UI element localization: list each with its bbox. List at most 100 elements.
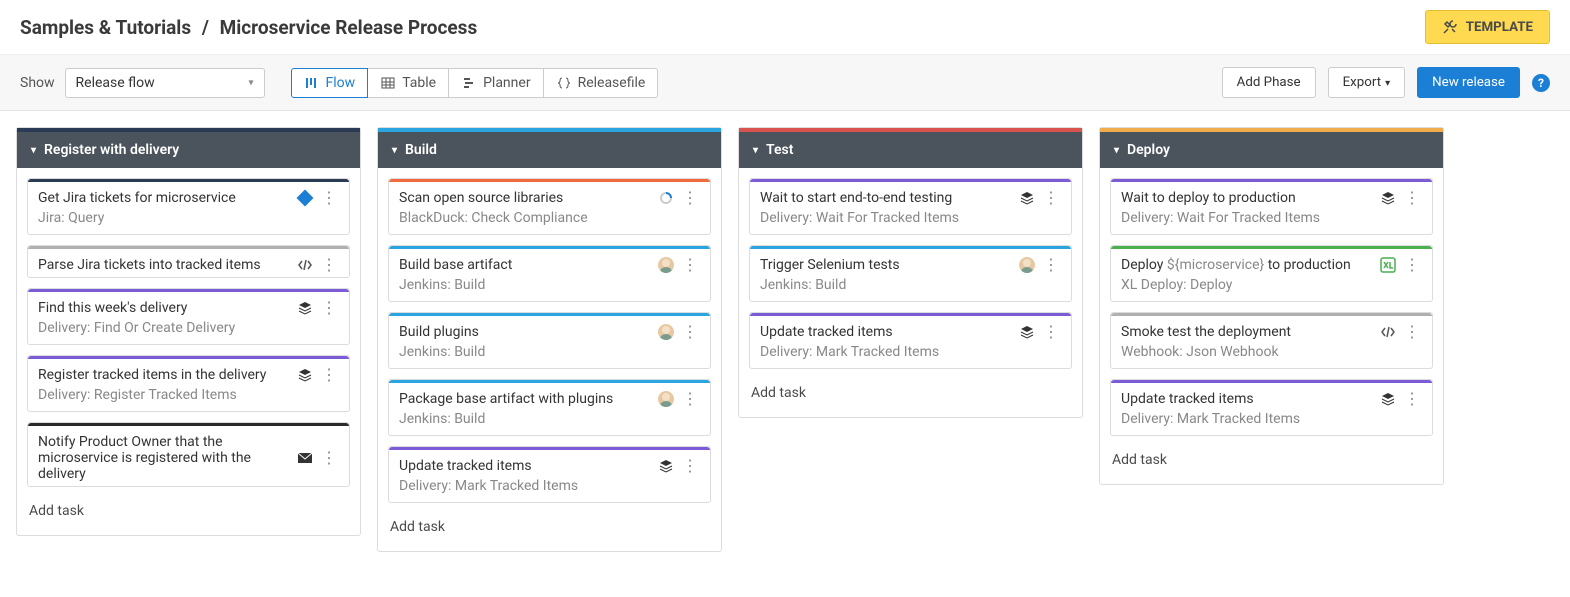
- stack-icon: [1019, 190, 1035, 206]
- avatar-icon: [658, 391, 674, 407]
- task-title: Update tracked items: [399, 458, 652, 474]
- task-card[interactable]: Update tracked items⋮Delivery: Mark Trac…: [749, 312, 1072, 369]
- add-task-link[interactable]: Add task: [749, 379, 1072, 407]
- view-tab-table[interactable]: Table: [367, 68, 449, 98]
- code-icon: [1380, 324, 1396, 340]
- phase-column: ▾Deploy Wait to deploy to production ⋮ Deli…: [1099, 127, 1444, 485]
- task-title: Wait to start end-to-end testing: [760, 190, 1013, 206]
- collapse-icon[interactable]: ▾: [1114, 145, 1119, 156]
- task-subtitle: Jenkins: Build: [750, 277, 1071, 301]
- task-menu-icon[interactable]: ⋮: [1041, 324, 1061, 340]
- avatar-icon: [658, 257, 674, 273]
- collapse-icon[interactable]: ▾: [31, 145, 36, 156]
- task-menu-icon[interactable]: ⋮: [1041, 190, 1061, 206]
- task-card[interactable]: Get Jira tickets for microservice⋮Jira: …: [27, 178, 350, 235]
- task-menu-icon[interactable]: ⋮: [680, 324, 700, 340]
- breadcrumb-parent[interactable]: Samples & Tutorials: [20, 16, 191, 39]
- add-phase-button[interactable]: Add Phase: [1222, 67, 1316, 98]
- task-subtitle: Delivery: Mark Tracked Items: [1111, 411, 1432, 435]
- task-subtitle: Delivery: Wait For Tracked Items: [750, 210, 1071, 234]
- task-subtitle: Webhook: Json Webhook: [1111, 344, 1432, 368]
- phase-header[interactable]: ▾Deploy: [1100, 132, 1443, 168]
- task-menu-icon[interactable]: ⋮: [319, 367, 339, 383]
- show-select-value: Release flow: [76, 75, 155, 91]
- task-title: Smoke test the deployment: [1121, 324, 1374, 340]
- task-title: Build plugins: [399, 324, 652, 340]
- new-release-button[interactable]: New release: [1417, 67, 1520, 98]
- task-menu-icon[interactable]: ⋮: [680, 391, 700, 407]
- collapse-icon[interactable]: ▾: [753, 145, 758, 156]
- task-subtitle: Jenkins: Build: [389, 277, 710, 301]
- phase-column: ▾Register with delivery Get Jira tickets …: [16, 127, 361, 536]
- task-menu-icon[interactable]: ⋮: [680, 190, 700, 206]
- task-title: Package base artifact with plugins: [399, 391, 652, 407]
- stack-icon: [1380, 391, 1396, 407]
- task-menu-icon[interactable]: ⋮: [1402, 257, 1422, 273]
- task-menu-icon[interactable]: ⋮: [1041, 257, 1061, 273]
- task-subtitle: Jenkins: Build: [389, 411, 710, 435]
- phase-header[interactable]: ▾Register with delivery: [17, 132, 360, 168]
- phase-title: Test: [766, 142, 793, 158]
- task-card[interactable]: Scan open source libraries ⋮ BlackDuck: Ch…: [388, 178, 711, 235]
- breadcrumb-current: Microservice Release Process: [220, 16, 478, 39]
- task-card[interactable]: Register tracked items in the delivery ⋮ D…: [27, 355, 350, 412]
- task-card[interactable]: Find this week's delivery⋮Delivery: Find…: [27, 288, 350, 345]
- task-menu-icon[interactable]: ⋮: [319, 190, 339, 206]
- task-title: Scan open source libraries: [399, 190, 652, 206]
- task-card[interactable]: Update tracked items⋮Delivery: Mark Trac…: [1110, 379, 1433, 436]
- task-subtitle: Delivery: Wait For Tracked Items: [1111, 210, 1432, 234]
- help-icon[interactable]: ?: [1532, 74, 1550, 92]
- spinner-icon: [658, 190, 674, 206]
- task-menu-icon[interactable]: ⋮: [1402, 391, 1422, 407]
- task-subtitle: BlackDuck: Check Compliance: [389, 210, 710, 234]
- view-tab-flow[interactable]: Flow: [291, 68, 369, 98]
- task-title: Wait to deploy to production: [1121, 190, 1374, 206]
- view-tab-planner[interactable]: Planner: [448, 68, 543, 98]
- task-title: Notify Product Owner that the microservi…: [38, 434, 291, 482]
- task-menu-icon[interactable]: ⋮: [319, 450, 339, 466]
- task-card[interactable]: Deploy ${microservice} to production⋮XL …: [1110, 245, 1433, 302]
- task-card[interactable]: Notify Product Owner that the microservi…: [27, 422, 350, 487]
- task-card[interactable]: Smoke test the deployment ⋮ Webhook: Json …: [1110, 312, 1433, 369]
- task-card[interactable]: Trigger Selenium tests ⋮ Jenkins: Build: [749, 245, 1072, 302]
- task-card[interactable]: Wait to deploy to production ⋮ Delivery: W…: [1110, 178, 1433, 235]
- task-title: Trigger Selenium tests: [760, 257, 1013, 273]
- add-task-link[interactable]: Add task: [388, 513, 711, 541]
- task-menu-icon[interactable]: ⋮: [680, 458, 700, 474]
- task-card[interactable]: Parse Jira tickets into tracked items⋮: [27, 245, 350, 278]
- show-select[interactable]: Release flow: [65, 68, 265, 98]
- avatar-icon: [658, 324, 674, 340]
- phase-column: ▾Build Scan open source libraries ⋮ BlackDu…: [377, 127, 722, 552]
- task-title: Register tracked items in the delivery: [38, 367, 291, 383]
- view-tab-table-label: Table: [402, 75, 436, 91]
- export-button[interactable]: Export▾: [1328, 67, 1406, 98]
- xl-icon: [1380, 257, 1396, 273]
- task-menu-icon[interactable]: ⋮: [319, 300, 339, 316]
- task-card[interactable]: Build base artifact ⋮ Jenkins: Build: [388, 245, 711, 302]
- add-task-link[interactable]: Add task: [27, 497, 350, 525]
- stack-icon: [297, 300, 313, 316]
- view-tab-flow-label: Flow: [326, 75, 356, 91]
- view-tab-releasefile[interactable]: Releasefile: [543, 68, 659, 98]
- task-subtitle: XL Deploy: Deploy: [1111, 277, 1432, 301]
- phase-header[interactable]: ▾ Test: [739, 132, 1082, 168]
- task-menu-icon[interactable]: ⋮: [1402, 324, 1422, 340]
- add-task-link[interactable]: Add task: [1110, 446, 1433, 474]
- task-card[interactable]: Build plugins⋮Jenkins: Build: [388, 312, 711, 369]
- task-menu-icon[interactable]: ⋮: [319, 257, 339, 273]
- task-menu-icon[interactable]: ⋮: [680, 257, 700, 273]
- task-card[interactable]: Update tracked items⋮Delivery: Mark Trac…: [388, 446, 711, 503]
- show-label: Show: [20, 75, 55, 91]
- task-menu-icon[interactable]: ⋮: [1402, 190, 1422, 206]
- code-braces-icon: [556, 75, 572, 91]
- stack-icon: [297, 367, 313, 383]
- phase-header[interactable]: ▾Build: [378, 132, 721, 168]
- task-card[interactable]: Wait to start end-to-end testing ⋮ Deliver…: [749, 178, 1072, 235]
- view-tab-releasefile-label: Releasefile: [578, 75, 646, 91]
- task-card[interactable]: Package base artifact with plugins ⋮ Jenki…: [388, 379, 711, 436]
- template-button[interactable]: TEMPLATE: [1425, 10, 1550, 44]
- task-subtitle: Delivery: Register Tracked Items: [28, 387, 349, 411]
- breadcrumb-separator: /: [202, 16, 209, 39]
- collapse-icon[interactable]: ▾: [392, 145, 397, 156]
- task-title: Build base artifact: [399, 257, 652, 273]
